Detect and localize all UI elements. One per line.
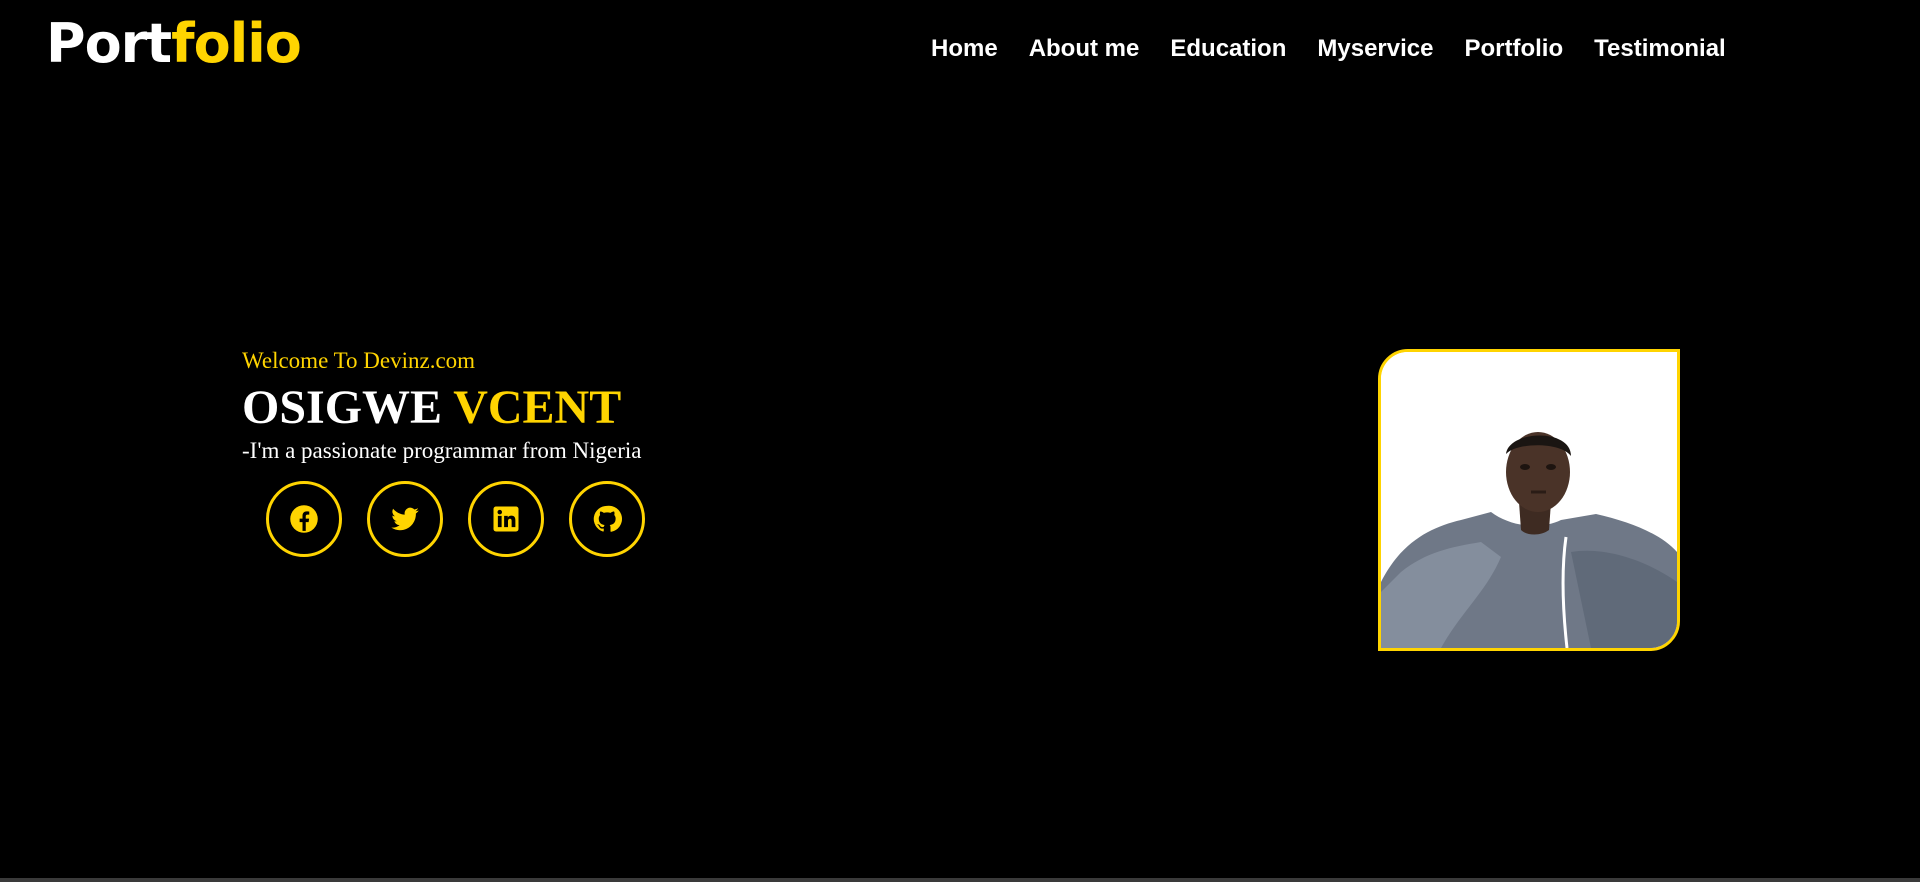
twitter-icon	[391, 507, 419, 531]
linkedin-link[interactable]	[468, 481, 544, 557]
nav-about-me[interactable]: About me	[1029, 33, 1140, 65]
nav-myservice[interactable]: Myservice	[1317, 33, 1433, 65]
main-nav: Home About me Education Myservice Portfo…	[931, 33, 1726, 65]
profile-photo-image	[1381, 352, 1677, 648]
name-first: OSIGWE	[242, 381, 443, 434]
site-logo[interactable]: Portfolio	[46, 10, 302, 78]
profile-photo	[1378, 349, 1680, 651]
nav-testimonial[interactable]: Testimonial	[1594, 33, 1726, 65]
hero-tagline: -I'm a passionate programmar from Nigeri…	[242, 438, 642, 463]
hero-text: Welcome To Devinz.com OSIGWE VCENT -I'm …	[242, 346, 641, 466]
nav-home[interactable]: Home	[931, 33, 998, 65]
page-bottom-divider	[0, 878, 1920, 882]
facebook-icon	[290, 505, 318, 533]
logo-text-part2: folio	[171, 12, 302, 75]
nav-education[interactable]: Education	[1170, 33, 1286, 65]
hero-name: OSIGWE VCENT	[242, 380, 641, 436]
github-icon	[593, 505, 622, 532]
logo-text-part1: Port	[46, 12, 172, 75]
facebook-link[interactable]	[266, 481, 342, 557]
linkedin-icon	[493, 506, 519, 532]
nav-portfolio[interactable]: Portfolio	[1464, 33, 1563, 65]
welcome-text: Welcome To Devinz.com	[242, 348, 476, 373]
twitter-link[interactable]	[367, 481, 443, 557]
name-last: VCENT	[453, 381, 622, 434]
github-link[interactable]	[569, 481, 645, 557]
social-links	[266, 481, 645, 557]
